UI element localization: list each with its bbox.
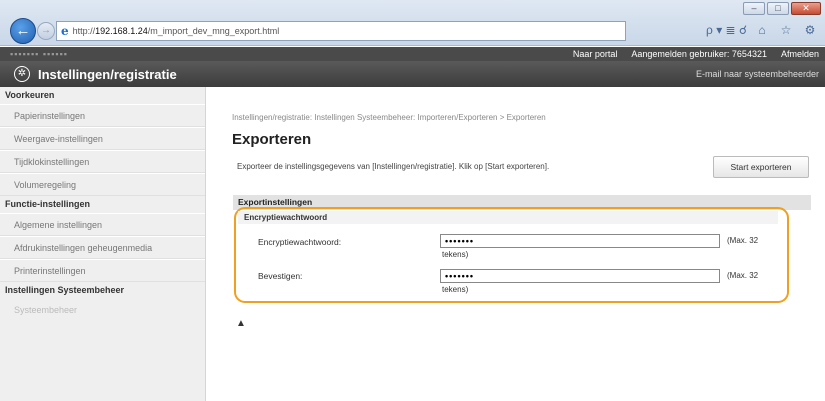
forward-arrow-icon[interactable]: → [37,22,55,40]
encryption-password-input[interactable]: ••••••• [440,234,720,248]
page-description: Exporteer de instellingsgegevens van [In… [237,162,550,171]
sidebar-item-papierinstellingen[interactable]: Papierinstellingen [0,104,205,127]
confirm-password-hint: (Max. 32 [727,271,759,280]
sidebar-item-weergave[interactable]: Weergave-instellingen [0,127,205,150]
sidebar-item-geheugenmedia[interactable]: Afdrukinstellingen geheugenmedia [0,236,205,259]
portal-link[interactable]: Naar portal [573,49,618,59]
close-window-button[interactable]: ✕ [791,2,821,15]
address-bar[interactable]: e http://192.168.1.24/m_import_dev_mng_e… [56,21,626,41]
confirm-password-hint-cont: tekens) [442,285,469,294]
encryption-password-hint-cont: tekens) [442,250,469,259]
address-url: http://192.168.1.24/m_import_dev_mng_exp… [72,26,280,36]
gear-icon[interactable]: ⚙ [801,23,819,37]
sidebar-item-printer[interactable]: Printerinstellingen [0,259,205,282]
logout-link[interactable]: Afmelden [781,49,819,59]
page-title: Exporteren [232,131,312,148]
sidebar-item-systeembeheer[interactable]: Systeembeheer [0,299,205,322]
search-dropdown-icon[interactable]: ρ ▾ ≣ ☌ [706,23,747,37]
confirm-password-label: Bevestigen: [258,271,303,281]
encryption-password-label: Encryptiewachtwoord: [258,237,342,247]
encryption-password-heading: Encryptiewachtwoord [238,211,778,224]
encryption-password-hint: (Max. 32 [727,236,759,245]
confirm-password-input[interactable]: ••••••• [440,269,720,283]
browser-chrome: – □ ✕ ← → e http://192.168.1.24/m_import… [0,0,825,46]
sidebar-heading-functie: Functie-instellingen [5,199,91,209]
sidebar: Voorkeuren Papierinstellingen Weergave-i… [0,87,206,401]
main-content: Instellingen/registratie: Instellingen S… [206,87,825,401]
maximize-button[interactable]: □ [767,2,789,15]
device-name: ▪▪▪▪▪▪▪ ▪▪▪▪▪▪ [10,49,68,59]
sidebar-heading-voorkeuren: Voorkeuren [5,90,55,100]
page-header: ✲ Instellingen/registratie E-mail naar s… [0,61,825,87]
home-icon[interactable]: ⌂ [753,23,771,37]
back-to-top-icon[interactable]: ▲ [236,318,246,329]
window-controls: – □ ✕ [743,2,821,15]
settings-gear-icon: ✲ [14,66,30,82]
user-bar: ▪▪▪▪▪▪▪ ▪▪▪▪▪▪ Naar portal Aangemelden g… [0,47,825,61]
back-arrow-icon[interactable]: ← [10,18,36,44]
header-title: Instellingen/registratie [38,66,177,82]
sidebar-item-tijdklok[interactable]: Tijdklokinstellingen [0,150,205,173]
breadcrumb: Instellingen/registratie: Instellingen S… [232,113,546,122]
internet-explorer-icon: e [61,24,69,38]
mail-admin-link[interactable]: E-mail naar systeembeheerder [696,69,819,79]
sidebar-heading-systeembeheer: Instellingen Systeembeheer [5,285,125,295]
browser-tools: ρ ▾ ≣ ☌ ⌂ ☆ ⚙ [706,23,819,37]
logged-in-user: Aangemelden gebruiker: 7654321 [631,49,767,59]
start-export-button[interactable]: Start exporteren [713,156,809,178]
star-icon[interactable]: ☆ [777,23,795,37]
sidebar-item-algemeen[interactable]: Algemene instellingen [0,213,205,236]
minimize-button[interactable]: – [743,2,765,15]
sidebar-item-volume[interactable]: Volumeregeling [0,173,205,196]
